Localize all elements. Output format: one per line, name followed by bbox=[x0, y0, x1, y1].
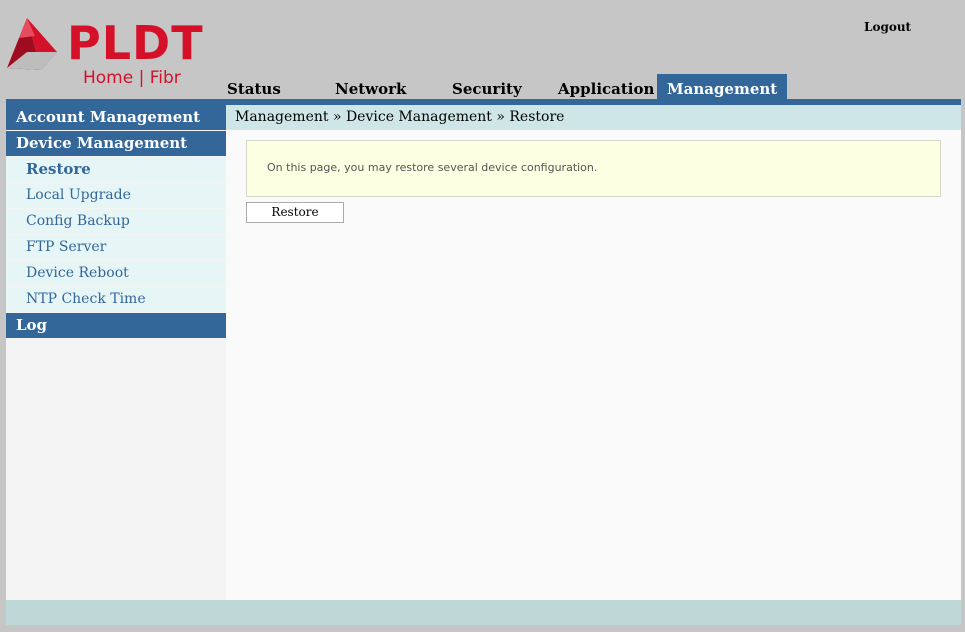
tab-management[interactable]: Management bbox=[657, 74, 788, 99]
sidebar-section-log[interactable]: Log bbox=[6, 313, 226, 338]
breadcrumb: Management » Device Management » Restore bbox=[226, 105, 961, 130]
tab-security[interactable]: Security bbox=[452, 74, 522, 99]
logout-link[interactable]: Logout bbox=[864, 20, 911, 34]
restore-button[interactable]: Restore bbox=[246, 202, 344, 223]
tab-status[interactable]: Status bbox=[227, 74, 281, 99]
sidebar-item-restore[interactable]: Restore bbox=[6, 157, 226, 182]
logo-wordmark: PLDT bbox=[67, 16, 204, 70]
pldt-logo: PLDT Home | Fibr bbox=[5, 14, 203, 90]
sidebar-item-config-backup[interactable]: Config Backup bbox=[6, 209, 226, 234]
pldt-logo-icon bbox=[7, 18, 57, 70]
sidebar-section-account-management[interactable]: Account Management bbox=[6, 105, 226, 130]
sidebar-item-device-reboot[interactable]: Device Reboot bbox=[6, 261, 226, 286]
info-box: On this page, you may restore several de… bbox=[246, 140, 941, 197]
sidebar-item-ftp-server[interactable]: FTP Server bbox=[6, 235, 226, 260]
sidebar-section-device-management[interactable]: Device Management bbox=[6, 131, 226, 156]
sidebar-item-ntp-check-time[interactable]: NTP Check Time bbox=[6, 287, 226, 312]
footer-bar bbox=[6, 600, 961, 625]
sidebar-item-local-upgrade[interactable]: Local Upgrade bbox=[6, 183, 226, 208]
tab-network[interactable]: Network bbox=[335, 74, 406, 99]
tab-application[interactable]: Application bbox=[558, 74, 654, 99]
main-content: Management » Device Management » Restore… bbox=[226, 105, 961, 600]
logo-subtitle: Home | Fibr bbox=[83, 68, 181, 88]
info-text: On this page, you may restore several de… bbox=[267, 161, 598, 174]
sidebar: Account Management Device Management Res… bbox=[6, 105, 226, 600]
